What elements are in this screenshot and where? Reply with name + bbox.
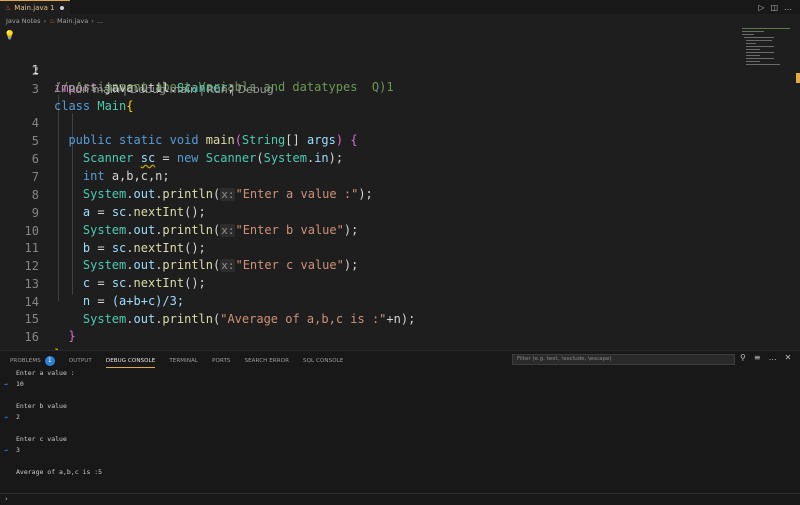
console-input[interactable]: › [0,493,800,505]
split-editor-icon[interactable]: ◫ [770,3,778,12]
code-lens: Run main | Debug main | Run | Debug [68,83,274,96]
menu-icon[interactable]: ≡ [754,353,761,362]
code-line: 12 c = sc.nextInt(); [0,241,740,290]
java-file-icon: ♨ [5,3,12,12]
debug-lens[interactable]: Debug [237,83,273,96]
tab-search-error[interactable]: SEARCH ERROR [245,354,289,368]
tab-problems[interactable]: PROBLEMS 1 [10,354,55,368]
minimap[interactable] [742,28,794,68]
code-line: 16 } [0,312,740,361]
more-icon[interactable]: … [769,353,777,362]
panel-tabs: PROBLEMS 1 OUTPUT DEBUG CONSOLE TERMINAL … [10,354,357,368]
java-file-icon: ♨ [49,17,56,25]
code-line: 9 System.out.println(x:"Enter b value"); [0,188,740,237]
console-line: 10 [16,380,24,388]
console-line: 2 [16,413,20,421]
console-line: Average of a,b,c is :5 [16,468,103,476]
tab-label: SEARCH ERROR [244,358,289,364]
breadcrumb-file[interactable]: Main.java [57,17,88,25]
code-line: 6 int a,b,c,n; [0,134,740,183]
breadcrumb: Java Notes › ♨ Main.java › ... [0,14,800,28]
input-arrow-icon: → [4,380,8,388]
tab-label: PROBLEMS [10,358,41,364]
input-arrow-icon: → [4,446,8,454]
tab-debug-console[interactable]: DEBUG CONSOLE [105,354,156,368]
unsaved-dot-icon[interactable] [59,5,64,10]
code-line: 💡 1 // Assignment about Variabls and dat… [0,28,740,94]
bottom-panel: PROBLEMS 1 OUTPUT DEBUG CONSOLE TERMINAL … [0,350,800,505]
tab-main-java[interactable]: ♨ Main.java 1 [0,0,70,14]
code-line: 4 public static void main(String[] args)… [0,98,740,147]
code-editor[interactable]: 💡 1 // Assignment about Variabls and dat… [0,28,800,361]
code-line: 3 class Main{ [0,64,740,113]
console-filter-input[interactable]: Filter (e.g. text, !exclude, \escape) [512,354,735,365]
code-line: 8 a = sc.nextInt(); [0,170,740,219]
editor-actions: ▷ ◫ … [758,3,800,12]
code-line: 5 Scanner sc = new Scanner(System.in); [0,116,740,165]
run-main-lens[interactable]: Run main [68,83,120,96]
code-line: 2 import java.util.Scanner; [0,46,740,95]
panel-actions: ⚲ ≡ … ✕ [740,353,791,362]
code-line: 10 b = sc.nextInt(); [0,206,740,255]
tab-terminal[interactable]: TERMINAL [169,354,198,368]
chevron-right-icon: › [91,17,94,25]
code-line: 15 } [0,294,740,343]
code-token: } [68,329,76,343]
console-line: 3 [16,446,20,454]
line-number: 16 [24,330,39,344]
editor-tab-bar: ♨ Main.java 1 ▷ ◫ … [0,0,800,14]
close-icon[interactable]: ✕ [785,353,792,362]
code-line: 13 n = (a+b+c)/3; [0,259,740,308]
run-lens[interactable]: Run [207,83,228,96]
problems-count-badge: 1 [44,356,55,366]
code-line: 14 System.out.println("Average of a,b,c … [0,277,740,326]
input-arrow-icon: → [4,413,8,421]
code-line: 11 System.out.println(x:"Enter c value")… [0,223,740,272]
run-icon[interactable]: ▷ [758,3,764,12]
scrollbar-marker[interactable] [796,73,800,83]
more-actions-icon[interactable]: … [784,3,792,12]
breadcrumb-folder[interactable]: Java Notes [6,17,41,25]
debug-main-lens[interactable]: Debug main [130,83,197,96]
tab-sql-console[interactable]: SQL CONSOLE [303,354,343,368]
console-line: Enter c value [16,435,67,443]
tab-label: PORTS [212,358,231,364]
filter-icon[interactable]: ⚲ [740,353,746,362]
prompt-chevron-icon: › [5,495,8,503]
tab-title: Main.java 1 [14,3,55,12]
tab-label: SQL CONSOLE [303,358,344,364]
lightbulb-icon[interactable]: 💡 [4,28,15,45]
line-number: 3 [31,82,39,96]
breadcrumb-more[interactable]: ... [97,17,103,25]
tab-ports[interactable]: PORTS [212,354,230,368]
tab-label: DEBUG CONSOLE [105,357,156,364]
console-line: Enter b value [16,402,67,410]
console-line: Enter a value : [16,369,75,377]
tab-label: TERMINAL [169,358,199,364]
tab-output[interactable]: OUTPUT [69,354,92,368]
chevron-right-icon: › [43,17,47,25]
code-line: 7 System.out.println(x:"Enter a value :"… [0,152,740,201]
tab-label: OUTPUT [68,358,92,364]
